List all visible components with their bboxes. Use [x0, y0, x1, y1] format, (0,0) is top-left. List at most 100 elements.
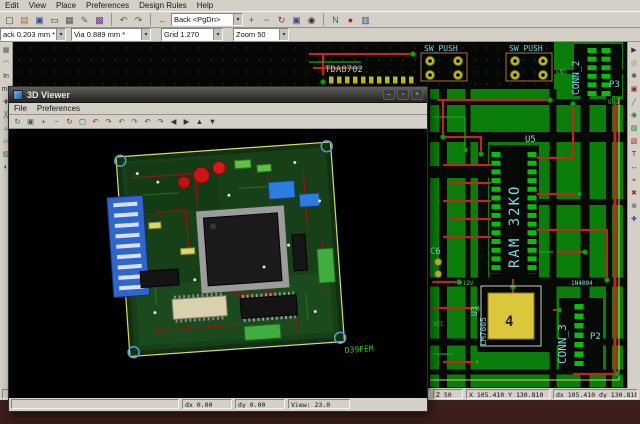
pcb-label-u3: U3 — [470, 306, 479, 316]
module-editor-icon[interactable]: ▩ — [93, 13, 106, 26]
back-combo[interactable]: Back <PgDn> — [171, 13, 243, 26]
grid-combo[interactable]: Grid 1.270 — [161, 28, 223, 41]
toolbar-separator — [150, 13, 151, 26]
track-width-combo[interactable]: ack 0.203 mm * — [0, 28, 66, 41]
menu-preferences[interactable]: Preferences — [37, 104, 80, 113]
new-board-icon[interactable]: ▢ — [3, 13, 16, 26]
combo-dropdown-icon[interactable] — [233, 14, 242, 25]
add-text-icon[interactable]: T — [629, 149, 640, 160]
menu-design-rules[interactable]: Design Rules — [139, 1, 187, 10]
drill-origin-icon[interactable]: ⊕ — [629, 201, 640, 212]
highlight-net-icon[interactable]: ◎ — [629, 58, 640, 69]
copy-image-icon[interactable]: ▣ — [25, 116, 36, 127]
zoom-fit-icon[interactable]: ▢ — [77, 116, 88, 127]
rotate-z-neg-icon[interactable]: ↶ — [142, 116, 153, 127]
pcb-label-sw1: SW_PUSH — [424, 44, 458, 53]
rotate-y-pos-icon[interactable]: ↷ — [129, 116, 140, 127]
add-module-icon[interactable]: ▣ — [629, 84, 640, 95]
viewer3d-canvas[interactable]: D39FEM — [9, 129, 427, 398]
print-icon[interactable]: ▦ — [63, 13, 76, 26]
toolbar-separator — [323, 13, 324, 26]
menu-edit[interactable]: Edit — [5, 1, 19, 10]
add-via-icon[interactable]: ◉ — [629, 110, 640, 121]
find-icon[interactable]: ◉ — [305, 13, 318, 26]
polar-coords-icon[interactable]: ◠ — [1, 58, 12, 69]
units-inches-icon[interactable]: In — [1, 71, 12, 82]
maximize-button[interactable]: ▫ — [397, 89, 409, 100]
pcb-label-gnd1: GND — [556, 69, 567, 76]
select-tool-icon[interactable]: ▶ — [629, 45, 640, 56]
delete-item-icon[interactable]: ✖ — [629, 188, 640, 199]
menu-help[interactable]: Help — [197, 1, 213, 10]
file-icon-group: ▢▤▣▭▦✎▩ — [3, 13, 106, 26]
zoom-out-icon[interactable]: − — [260, 13, 273, 26]
zoom-redraw-icon[interactable]: ↻ — [275, 13, 288, 26]
layers-icon[interactable]: ▥ — [359, 13, 372, 26]
toolbar-separator — [111, 13, 112, 26]
netlist-icon[interactable]: N — [329, 13, 342, 26]
net-icon-group: N●▥ — [329, 13, 372, 26]
add-target-icon[interactable]: ⌖ — [629, 175, 640, 186]
rotate-y-neg-icon[interactable]: ↶ — [116, 116, 127, 127]
undo-icon-group: ↶↷ — [117, 13, 145, 26]
combo-dropdown-icon[interactable] — [141, 29, 150, 40]
close-button[interactable]: × — [411, 89, 423, 100]
menu-view[interactable]: View — [29, 1, 46, 10]
zoom-in-icon[interactable]: + — [245, 13, 258, 26]
save-board-icon[interactable]: ▣ — [33, 13, 46, 26]
aux-toolbar: ack 0.203 mm * Via 0.889 mm * Grid 1.270… — [0, 28, 640, 42]
menu-preferences[interactable]: Preferences — [86, 1, 129, 10]
rotate-z-pos-icon[interactable]: ↷ — [155, 116, 166, 127]
combo-dropdown-icon[interactable] — [279, 29, 288, 40]
track-width-value: ack 0.203 mm * — [3, 30, 55, 39]
redo-icon[interactable]: ↷ — [132, 13, 145, 26]
viewer3d-window-icon — [13, 90, 23, 100]
main-toolbar: ▢▤▣▭▦✎▩ ↶↷ ← Back <PgDn> +−↻▣◉ N●▥ — [0, 11, 640, 28]
move-right-icon[interactable]: ▶ — [181, 116, 192, 127]
zoom-in-icon[interactable]: + — [38, 116, 49, 127]
viewer3d-statusbar: dx 0.00 dy 0.00 View: 23.0 — [9, 398, 427, 411]
add-zone-icon[interactable]: ▨ — [629, 123, 640, 134]
viewer3d-toolbar: ↻▣+−↻▢↶↷↶↷↶↷◀▶▲▼ — [9, 115, 427, 129]
zoom-icon-group: +−↻▣◉ — [245, 13, 318, 26]
undo-icon[interactable]: ↶ — [117, 13, 130, 26]
move-left-icon[interactable]: ◀ — [168, 116, 179, 127]
plot-icon[interactable]: ✎ — [78, 13, 91, 26]
pcb-label-p3: P3 — [609, 80, 620, 90]
move-down-icon[interactable]: ▼ — [207, 116, 218, 127]
viewer3d-menubar: File Preferences — [9, 103, 427, 115]
pcb-label-lm7805: LM7805 — [479, 317, 488, 346]
add-keepout-icon[interactable]: ▧ — [629, 136, 640, 147]
rotate-x-pos-icon[interactable]: ↷ — [103, 116, 114, 127]
zoom-redraw-icon[interactable]: ↻ — [64, 116, 75, 127]
status-abs-position-field: X 105.410 Y 130.810 — [466, 389, 550, 399]
combo-dropdown-icon[interactable] — [56, 29, 65, 40]
back-icon-group: ← — [156, 13, 169, 26]
main-menubar: Edit View Place Preferences Design Rules Help — [0, 0, 640, 11]
grid-origin-icon[interactable]: ✚ — [629, 214, 640, 225]
status-zoom-field: Z 50 — [433, 389, 463, 399]
combo-dropdown-icon[interactable] — [213, 29, 222, 40]
grid-toggle-icon[interactable]: ▦ — [1, 45, 12, 56]
via-size-combo[interactable]: Via 0.889 mm * — [71, 28, 151, 41]
pcb-label-sw2: SW_PUSH — [509, 44, 543, 53]
minimize-button[interactable]: – — [383, 89, 395, 100]
add-dimension-icon[interactable]: ↔ — [629, 162, 640, 173]
zoom-out-icon[interactable]: − — [51, 116, 62, 127]
zoom-fit-icon[interactable]: ▣ — [290, 13, 303, 26]
add-track-icon[interactable]: ╱ — [629, 97, 640, 108]
viewer3d-titlebar[interactable]: 3D Viewer –▫× — [9, 87, 427, 103]
back-arrow-icon[interactable]: ← — [156, 13, 169, 26]
menu-place[interactable]: Place — [56, 1, 76, 10]
zoom-combo[interactable]: Zoom 50 — [233, 28, 289, 41]
show-ratsnest-icon[interactable]: ✱ — [629, 71, 640, 82]
move-up-icon[interactable]: ▲ — [194, 116, 205, 127]
open-board-icon[interactable]: ▤ — [18, 13, 31, 26]
pcb-label-p2: P2 — [590, 332, 601, 342]
sheet-settings-icon[interactable]: ▭ — [48, 13, 61, 26]
reload-board-icon[interactable]: ↻ — [12, 116, 23, 127]
grid-value: Grid 1.270 — [164, 30, 199, 39]
drc-icon[interactable]: ● — [344, 13, 357, 26]
rotate-x-neg-icon[interactable]: ↶ — [90, 116, 101, 127]
menu-file[interactable]: File — [14, 104, 27, 113]
